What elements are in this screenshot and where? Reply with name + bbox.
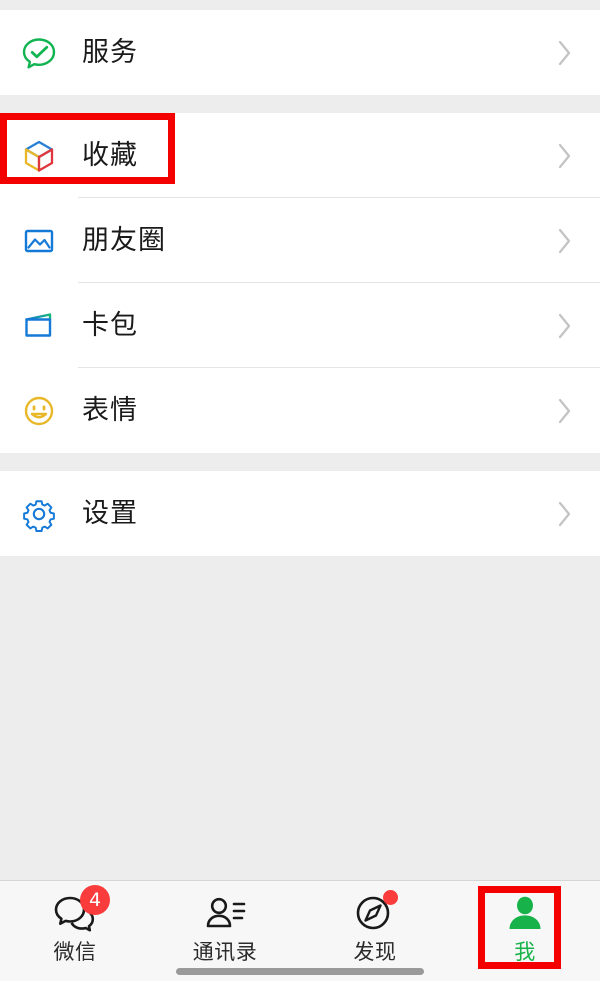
group-separator [0, 453, 600, 471]
menu-list: 服务 收藏 朋友圈 卡包 表情 设置 [0, 10, 600, 880]
notification-dot [383, 890, 398, 905]
menu-item-label: 收藏 [82, 140, 138, 171]
chevron-right-icon [558, 40, 572, 66]
me-person-icon [502, 891, 548, 937]
stickers-smiley-icon [16, 388, 62, 434]
favorites-cube-icon [16, 133, 62, 179]
chat-bubble-icon: 4 [52, 885, 110, 937]
menu-group-services: 服务 [0, 10, 600, 95]
tab-label: 我 [514, 940, 536, 964]
tab-contacts[interactable]: 通讯录 [150, 881, 300, 981]
tab-discover[interactable]: 发现 [300, 881, 450, 981]
services-bubble-check-icon [16, 30, 62, 76]
menu-item-cards[interactable]: 卡包 [0, 283, 600, 368]
contacts-person-icon [202, 891, 248, 937]
group-separator [0, 95, 600, 113]
menu-group-personal: 收藏 朋友圈 卡包 表情 [0, 113, 600, 453]
menu-group-settings: 设置 [0, 471, 600, 556]
chevron-right-icon [558, 313, 572, 339]
chevron-right-icon [558, 398, 572, 424]
bottom-tab-bar: 4 微信 通讯录 发现 我 [0, 880, 600, 981]
menu-item-label: 服务 [82, 37, 138, 68]
menu-item-settings[interactable]: 设置 [0, 471, 600, 556]
wechat-me-screen: 服务 收藏 朋友圈 卡包 表情 设置 4 微信 通讯录 发现 我 [0, 0, 600, 981]
menu-item-label: 卡包 [82, 310, 138, 341]
menu-item-label: 表情 [82, 395, 138, 426]
status-strip [0, 0, 600, 10]
chevron-right-icon [558, 228, 572, 254]
discover-compass-icon [352, 890, 398, 937]
menu-item-label: 设置 [82, 498, 138, 529]
menu-item-label: 朋友圈 [82, 225, 166, 256]
moments-photo-icon [16, 218, 62, 264]
menu-item-services[interactable]: 服务 [0, 10, 600, 95]
menu-item-favorites[interactable]: 收藏 [0, 113, 600, 198]
cards-wallet-icon [16, 303, 62, 349]
home-indicator [176, 968, 424, 975]
menu-item-stickers[interactable]: 表情 [0, 368, 600, 453]
unread-badge: 4 [80, 885, 110, 915]
chevron-right-icon [558, 143, 572, 169]
tab-label: 微信 [53, 940, 97, 964]
chevron-right-icon [558, 501, 572, 527]
tab-label: 发现 [353, 940, 397, 964]
tab-label: 通讯录 [192, 940, 258, 964]
tab-me[interactable]: 我 [450, 881, 600, 981]
tab-wechat[interactable]: 4 微信 [0, 881, 150, 981]
settings-gear-icon [16, 491, 62, 537]
menu-item-moments[interactable]: 朋友圈 [0, 198, 600, 283]
